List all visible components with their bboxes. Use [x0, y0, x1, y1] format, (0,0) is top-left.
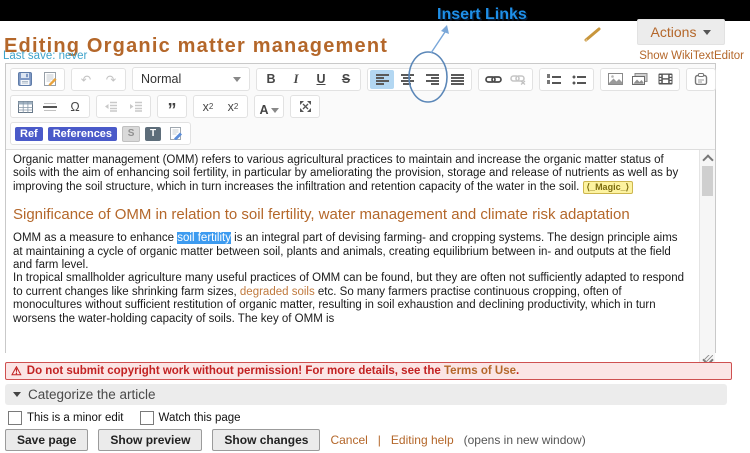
editing-help-link[interactable]: Editing help — [391, 433, 454, 447]
link-icon[interactable] — [481, 70, 505, 89]
bold-button[interactable]: B — [259, 70, 283, 89]
align-center-icon[interactable] — [395, 70, 419, 89]
copyright-warning-banner: ⚠ Do not submit copyright work without p… — [5, 362, 732, 380]
italic-button[interactable]: I — [284, 70, 308, 89]
edit-options-row: This is a minor edit Watch this page — [8, 411, 241, 425]
edit-reference-icon[interactable] — [164, 124, 188, 143]
toolbar-row-3: Ref References S T — [7, 120, 714, 147]
scroll-up-icon[interactable] — [702, 154, 713, 165]
save-icon[interactable] — [13, 70, 37, 89]
triangle-down-icon — [13, 392, 21, 397]
toolbar-row-2: Ω ” x2 x2 A — [7, 93, 714, 120]
indent-icon[interactable] — [124, 97, 148, 116]
t-button[interactable]: T — [145, 127, 161, 141]
editor-content-area[interactable]: Organic matter management (OMM) refers t… — [6, 150, 715, 371]
image-icon[interactable] — [603, 70, 627, 89]
scrollbar-thumb[interactable] — [702, 166, 713, 196]
cancel-link[interactable]: Cancel — [330, 433, 367, 447]
minor-edit-checkbox[interactable] — [8, 411, 22, 425]
paragraph-format-dropdown[interactable]: Normal — [135, 69, 247, 89]
table-icon[interactable] — [13, 97, 37, 116]
minor-edit-option: This is a minor edit — [8, 411, 124, 425]
actions-button[interactable]: Actions — [637, 19, 725, 45]
s-button[interactable]: S — [122, 126, 140, 142]
magic-word-tag[interactable]: ⟨_Magic_⟩ — [583, 181, 634, 194]
wysiwyg-editor: ↶ ↷ Normal B I U S — [5, 63, 716, 353]
warning-icon: ⚠ — [11, 365, 22, 377]
save-page-button[interactable]: Save page — [5, 429, 88, 451]
show-changes-button[interactable]: Show changes — [212, 429, 320, 451]
watch-page-label: Watch this page — [159, 412, 241, 424]
last-save-status: Last save: never — [3, 50, 87, 62]
superscript-button[interactable]: x2 — [221, 97, 245, 116]
categorize-label: Categorize the article — [28, 387, 156, 402]
footer-separator: | — [378, 433, 381, 447]
warning-text: Do not submit copyright work without per… — [27, 365, 519, 377]
help-suffix: (opens in new window) — [464, 433, 586, 447]
strikethrough-button[interactable]: S — [334, 70, 358, 89]
subscript-button[interactable]: x2 — [196, 97, 220, 116]
watch-page-option: Watch this page — [140, 411, 241, 425]
terms-of-use-link[interactable]: Terms of Use — [444, 365, 516, 377]
watch-page-checkbox[interactable] — [140, 411, 154, 425]
chevron-down-icon — [271, 108, 279, 113]
degraded-soils-link[interactable]: degraded soils — [240, 286, 315, 298]
unlink-icon[interactable] — [506, 70, 530, 89]
unordered-list-icon[interactable] — [567, 70, 591, 89]
show-wikitexteditor-link[interactable]: Show WikiTextEditor — [639, 50, 744, 62]
ordered-list-icon[interactable] — [542, 70, 566, 89]
paragraph: Organic matter management (OMM) refers t… — [13, 154, 689, 194]
gallery-icon[interactable] — [628, 70, 652, 89]
video-icon[interactable] — [653, 70, 677, 89]
template-icon[interactable] — [689, 70, 713, 89]
editor-toolbar: ↶ ↷ Normal B I U S — [6, 64, 715, 150]
actions-button-label: Actions — [651, 24, 697, 40]
top-black-bar — [0, 0, 750, 21]
toolbar-row-1: ↶ ↷ Normal B I U S — [7, 65, 714, 93]
section-heading: Significance of OMM in relation to soil … — [13, 205, 689, 225]
horizontal-rule-icon[interactable] — [38, 97, 62, 116]
ref-button[interactable]: Ref — [15, 127, 43, 141]
show-preview-button[interactable]: Show preview — [98, 429, 202, 451]
redo-icon[interactable]: ↷ — [99, 70, 123, 89]
selected-text: soil fertility — [177, 232, 231, 244]
footer-actions: Save page Show preview Show changes Canc… — [5, 429, 586, 451]
paragraph: OMM as a measure to enhance soil fertili… — [13, 232, 689, 272]
editor-scrollbar[interactable] — [699, 150, 715, 371]
chevron-down-icon — [703, 30, 711, 35]
outdent-icon[interactable] — [99, 97, 123, 116]
chevron-down-icon — [233, 77, 241, 82]
align-justify-icon[interactable] — [445, 70, 469, 89]
preview-icon[interactable] — [38, 70, 62, 89]
align-left-icon[interactable] — [370, 70, 394, 89]
underline-button[interactable]: U — [309, 70, 333, 89]
maximize-icon[interactable] — [293, 97, 317, 116]
paragraph: In tropical smallholder agriculture many… — [13, 272, 689, 326]
references-button[interactable]: References — [48, 127, 117, 141]
blockquote-button[interactable]: ” — [160, 97, 184, 116]
align-right-icon[interactable] — [420, 70, 444, 89]
undo-icon[interactable]: ↶ — [74, 70, 98, 89]
categorize-article-toggle[interactable]: Categorize the article — [5, 384, 727, 405]
insert-links-annotation-label: Insert Links — [437, 6, 527, 24]
paragraph-format-value: Normal — [141, 72, 181, 86]
text-color-button[interactable]: A — [257, 97, 281, 116]
special-character-button[interactable]: Ω — [63, 97, 87, 116]
minor-edit-label: This is a minor edit — [27, 412, 124, 424]
edit-pencil-icon[interactable] — [584, 26, 604, 47]
article-body: Organic matter management (OMM) refers t… — [6, 150, 715, 326]
